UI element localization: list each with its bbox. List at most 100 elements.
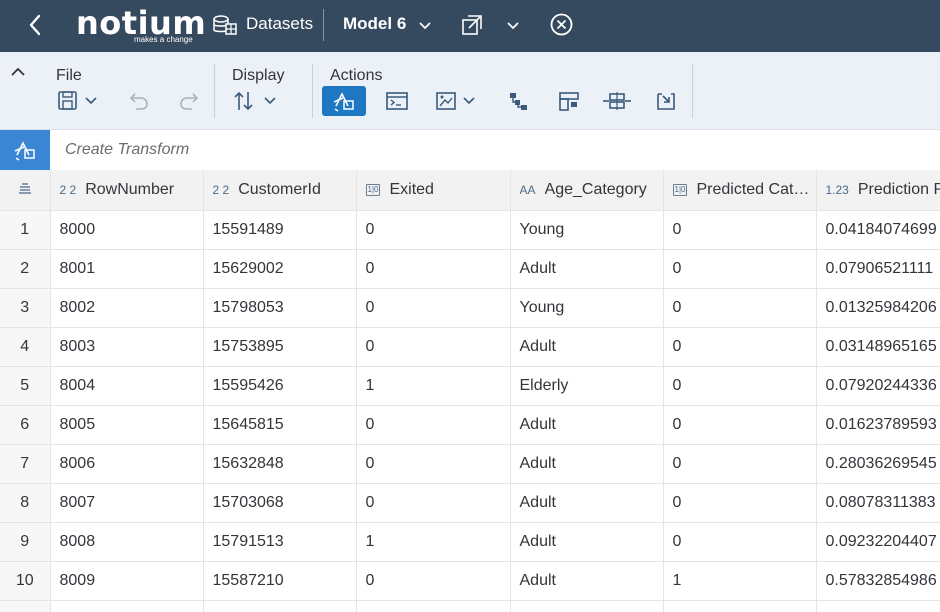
table-cell[interactable]: 15798053 <box>203 288 357 328</box>
split-column-button[interactable] <box>600 86 634 116</box>
table-cell[interactable]: 8007 <box>50 483 204 523</box>
row-number[interactable] <box>0 600 51 612</box>
row-number[interactable]: 5 <box>0 366 51 406</box>
table-cell[interactable]: 15753895 <box>203 327 357 367</box>
table-cell[interactable]: 0 <box>356 444 511 484</box>
row-number[interactable]: 7 <box>0 444 51 484</box>
table-cell[interactable]: 0 <box>356 327 511 367</box>
table-row[interactable] <box>0 600 940 612</box>
column-header[interactable]: 2 2 RowNumber <box>50 170 204 211</box>
image-menu-button[interactable] <box>434 86 480 116</box>
table-cell[interactable]: 0.28036269545 <box>816 444 940 484</box>
table-cell[interactable]: 8000 <box>50 210 204 250</box>
table-cell[interactable]: 0 <box>356 288 511 328</box>
table-row[interactable]: 10 8009 15587210 0 Adult 1 0.57832854986 <box>0 561 940 601</box>
table-cell[interactable]: 0.01325984206 <box>816 288 940 328</box>
table-cell[interactable]: 8003 <box>50 327 204 367</box>
transform-bar-icon[interactable] <box>0 130 50 170</box>
chevron-down-icon[interactable] <box>416 16 434 34</box>
table-cell[interactable]: Young <box>510 210 664 250</box>
table-row[interactable]: 2 8001 15629002 0 Adult 0 0.07906521111 <box>0 249 940 289</box>
table-cell[interactable]: Adult <box>510 522 664 562</box>
redo-button[interactable] <box>176 86 202 116</box>
table-row[interactable]: 5 8004 15595426 1 Elderly 0 0.07920244336 <box>0 366 940 406</box>
row-header-icon[interactable] <box>0 170 51 211</box>
table-cell[interactable] <box>663 600 817 612</box>
table-row[interactable]: 3 8002 15798053 0 Young 0 0.01325984206 <box>0 288 940 328</box>
table-cell[interactable] <box>203 600 357 612</box>
row-number[interactable]: 8 <box>0 483 51 523</box>
row-number[interactable]: 2 <box>0 249 51 289</box>
table-cell[interactable]: 0 <box>663 522 817 562</box>
table-cell[interactable]: 15791513 <box>203 522 357 562</box>
table-cell[interactable]: 0 <box>356 483 511 523</box>
table-cell[interactable]: Adult <box>510 444 664 484</box>
table-cell[interactable]: 0 <box>663 366 817 406</box>
table-cell[interactable] <box>50 600 204 612</box>
table-cell[interactable]: 15591489 <box>203 210 357 250</box>
table-cell[interactable]: 8009 <box>50 561 204 601</box>
table-cell[interactable]: 15587210 <box>203 561 357 601</box>
table-cell[interactable]: Adult <box>510 249 664 289</box>
more-chevron-down-icon[interactable] <box>504 16 522 34</box>
table-cell[interactable]: 0.07920244336 <box>816 366 940 406</box>
table-cell[interactable]: 0.03148965165 <box>816 327 940 367</box>
table-cell[interactable]: 0.01623789593 <box>816 405 940 445</box>
table-cell[interactable]: 15629002 <box>203 249 357 289</box>
hierarchy-button[interactable] <box>504 86 532 116</box>
table-cell[interactable]: 0 <box>356 561 511 601</box>
table-row[interactable]: 7 8006 15632848 0 Adult 0 0.28036269545 <box>0 444 940 484</box>
create-transform-input[interactable] <box>50 130 940 170</box>
table-cell[interactable]: 0.07906521111 <box>816 249 940 289</box>
table-cell[interactable]: 0 <box>663 405 817 445</box>
row-number[interactable]: 6 <box>0 405 51 445</box>
column-header[interactable]: 2 2 CustomerId <box>203 170 357 211</box>
undo-button[interactable] <box>126 86 152 116</box>
table-cell[interactable]: 8002 <box>50 288 204 328</box>
back-arrow-icon[interactable] <box>22 10 50 40</box>
table-cell[interactable]: Adult <box>510 405 664 445</box>
table-cell[interactable]: 15645815 <box>203 405 357 445</box>
column-header[interactable]: AA Age_Category <box>510 170 664 211</box>
table-cell[interactable]: 8004 <box>50 366 204 406</box>
table-cell[interactable]: Elderly <box>510 366 664 406</box>
table-row[interactable]: 1 8000 15591489 0 Young 0 0.04184074699 <box>0 210 940 250</box>
import-button[interactable] <box>652 86 680 116</box>
model-title[interactable]: Model 6 <box>343 14 406 34</box>
collapse-toolbar-icon[interactable] <box>9 65 27 79</box>
table-cell[interactable]: 0 <box>663 483 817 523</box>
table-cell[interactable] <box>510 600 664 612</box>
table-cell[interactable]: Adult <box>510 561 664 601</box>
table-cell[interactable]: Adult <box>510 483 664 523</box>
table-cell[interactable]: 8006 <box>50 444 204 484</box>
table-cell[interactable]: Adult <box>510 327 664 367</box>
row-number[interactable]: 4 <box>0 327 51 367</box>
table-cell[interactable]: 15595426 <box>203 366 357 406</box>
table-cell[interactable]: 0.57832854986 <box>816 561 940 601</box>
table-cell[interactable]: 0 <box>663 210 817 250</box>
table-cell[interactable]: 8001 <box>50 249 204 289</box>
table-row[interactable]: 9 8008 15791513 1 Adult 0 0.09232204407 <box>0 522 940 562</box>
table-cell[interactable]: 8005 <box>50 405 204 445</box>
table-cell[interactable]: 0 <box>356 249 511 289</box>
column-header[interactable]: 1|0 Predicted Category <box>663 170 817 211</box>
table-cell[interactable]: 0 <box>663 327 817 367</box>
table-cell[interactable]: 0.08078311383 <box>816 483 940 523</box>
table-cell[interactable]: 0 <box>663 288 817 328</box>
table-cell[interactable]: 0.04184074699 <box>816 210 940 250</box>
table-cell[interactable]: 0 <box>356 210 511 250</box>
table-cell[interactable]: 0 <box>356 405 511 445</box>
column-format-button[interactable] <box>554 86 584 116</box>
column-header[interactable]: 1|0 Exited <box>356 170 511 211</box>
table-cell[interactable]: 1 <box>356 366 511 406</box>
datasets-link[interactable]: Datasets <box>246 14 313 34</box>
datasets-icon[interactable] <box>212 13 238 37</box>
table-cell[interactable]: 0.09232204407 <box>816 522 940 562</box>
table-row[interactable]: 8 8007 15703068 0 Adult 0 0.08078311383 <box>0 483 940 523</box>
close-circle-icon[interactable] <box>549 12 574 37</box>
table-row[interactable]: 6 8005 15645815 0 Adult 0 0.01623789593 <box>0 405 940 445</box>
table-cell[interactable]: 1 <box>356 522 511 562</box>
row-number[interactable]: 9 <box>0 522 51 562</box>
console-button[interactable] <box>382 86 412 116</box>
table-cell[interactable] <box>816 600 940 612</box>
